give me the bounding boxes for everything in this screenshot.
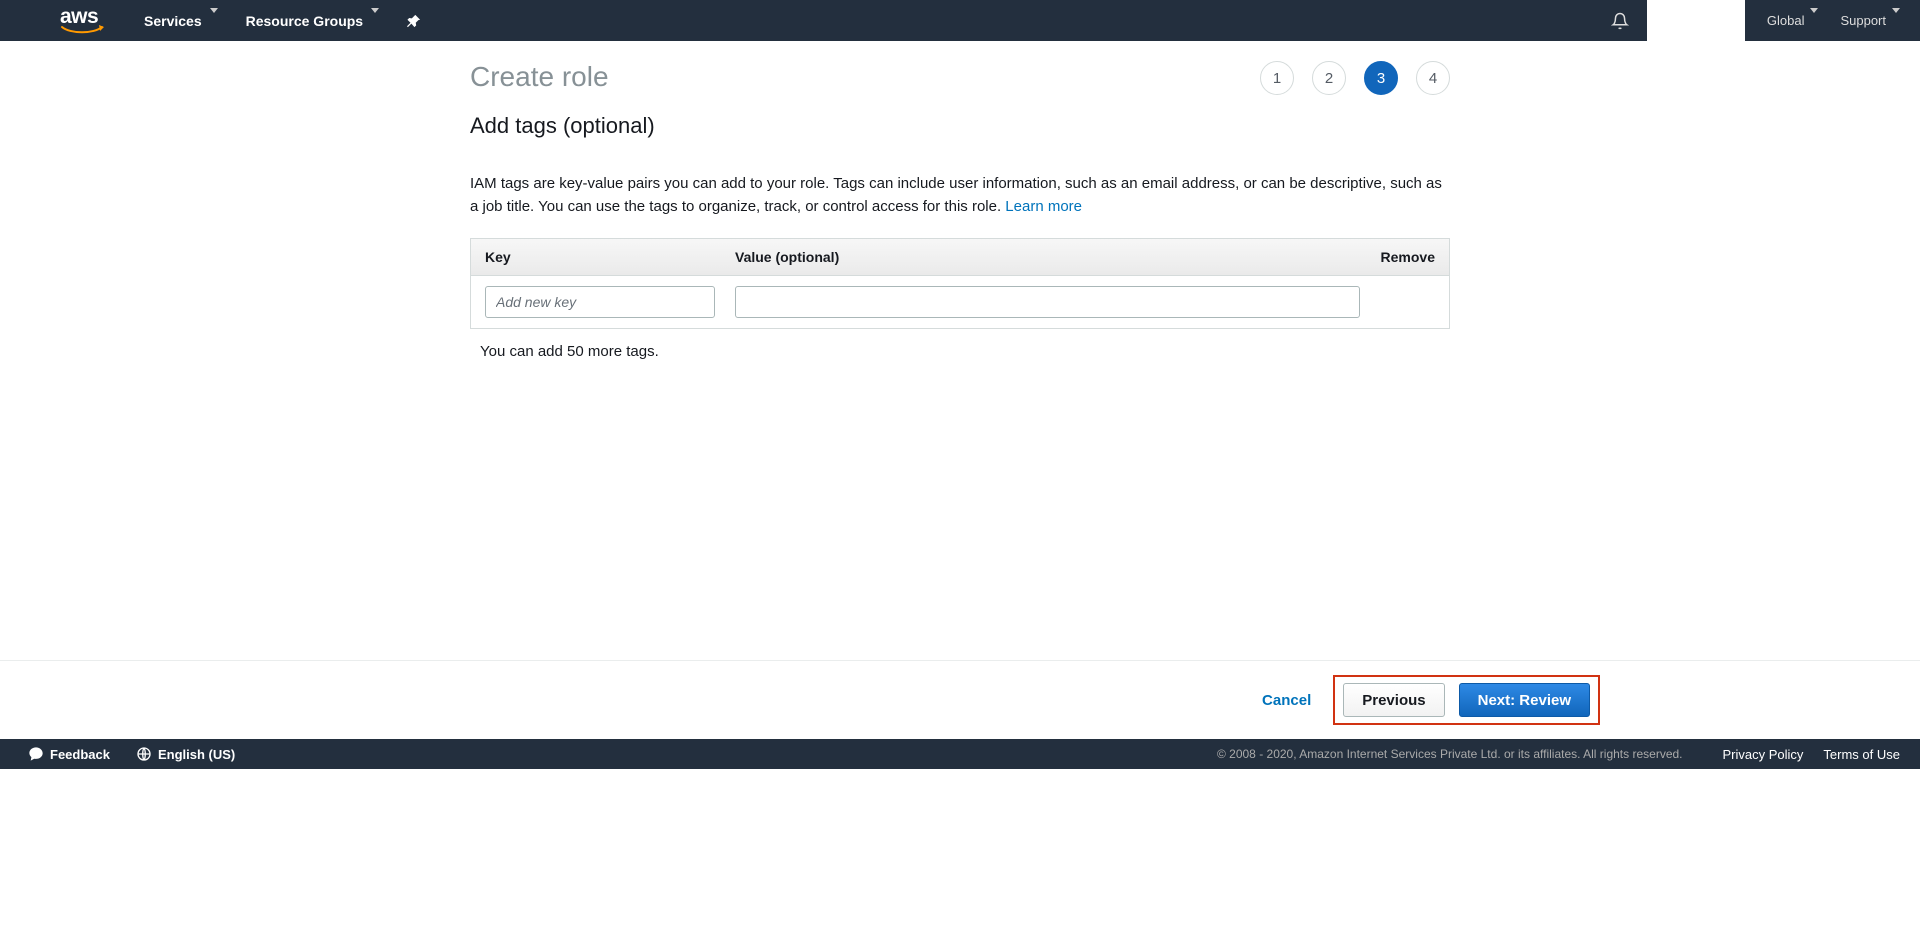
feedback-link[interactable]: Feedback xyxy=(28,746,110,762)
terms-link[interactable]: Terms of Use xyxy=(1823,747,1900,762)
privacy-link[interactable]: Privacy Policy xyxy=(1723,747,1804,762)
column-value: Value (optional) xyxy=(735,249,1355,265)
step-1[interactable]: 1 xyxy=(1260,61,1294,95)
tag-value-input[interactable] xyxy=(735,286,1360,318)
aws-logo[interactable]: aws xyxy=(60,6,104,35)
language-label: English (US) xyxy=(158,747,235,762)
aws-logo-text: aws xyxy=(60,5,98,28)
page-description: IAM tags are key-value pairs you can add… xyxy=(470,173,1450,218)
cancel-button[interactable]: Cancel xyxy=(1262,692,1311,709)
column-key: Key xyxy=(485,249,735,265)
step-4[interactable]: 4 xyxy=(1416,61,1450,95)
support-menu[interactable]: Support xyxy=(1840,13,1900,28)
highlight-annotation: Previous Next: Review xyxy=(1333,675,1600,725)
chevron-down-icon xyxy=(1810,13,1818,28)
resource-groups-label: Resource Groups xyxy=(246,13,363,29)
description-text: IAM tags are key-value pairs you can add… xyxy=(470,175,1442,215)
tag-key-input[interactable] xyxy=(485,286,715,318)
step-3[interactable]: 3 xyxy=(1364,61,1398,95)
account-menu[interactable] xyxy=(1647,0,1745,41)
tags-remaining-hint: You can add 50 more tags. xyxy=(470,343,1450,360)
notifications[interactable] xyxy=(1611,12,1629,30)
table-row xyxy=(471,276,1449,328)
feedback-label: Feedback xyxy=(50,747,110,762)
chevron-down-icon xyxy=(371,13,379,29)
chevron-down-icon xyxy=(1892,13,1900,28)
tags-table: Key Value (optional) Remove xyxy=(470,238,1450,329)
chat-icon xyxy=(28,746,44,762)
support-label: Support xyxy=(1840,13,1886,28)
wizard-steps: 1 2 3 4 xyxy=(1260,61,1450,95)
top-nav: aws Services Resource Groups Global Supp… xyxy=(0,0,1920,41)
services-label: Services xyxy=(144,13,202,29)
bell-icon xyxy=(1611,12,1629,30)
step-2[interactable]: 2 xyxy=(1312,61,1346,95)
next-button[interactable]: Next: Review xyxy=(1459,683,1590,717)
pin-icon xyxy=(407,14,421,28)
tags-table-header: Key Value (optional) Remove xyxy=(471,239,1449,276)
region-menu[interactable]: Global xyxy=(1767,13,1819,28)
footer: Feedback English (US) © 2008 - 2020, Ama… xyxy=(0,739,1920,769)
page-subtitle: Add tags (optional) xyxy=(470,113,1450,139)
resource-groups-menu[interactable]: Resource Groups xyxy=(246,13,379,29)
pin-shortcut[interactable] xyxy=(407,14,421,28)
action-bar: Cancel Previous Next: Review xyxy=(0,660,1920,739)
main-content: Create role 1 2 3 4 Add tags (optional) … xyxy=(470,41,1450,360)
page-title: Create role xyxy=(470,61,609,93)
chevron-down-icon xyxy=(210,13,218,29)
services-menu[interactable]: Services xyxy=(144,13,218,29)
copyright-text: © 2008 - 2020, Amazon Internet Services … xyxy=(1217,747,1683,761)
region-label: Global xyxy=(1767,13,1805,28)
previous-button[interactable]: Previous xyxy=(1343,683,1444,717)
learn-more-link[interactable]: Learn more xyxy=(1005,198,1082,215)
column-remove: Remove xyxy=(1355,249,1435,265)
globe-icon xyxy=(136,746,152,762)
language-selector[interactable]: English (US) xyxy=(136,746,235,762)
